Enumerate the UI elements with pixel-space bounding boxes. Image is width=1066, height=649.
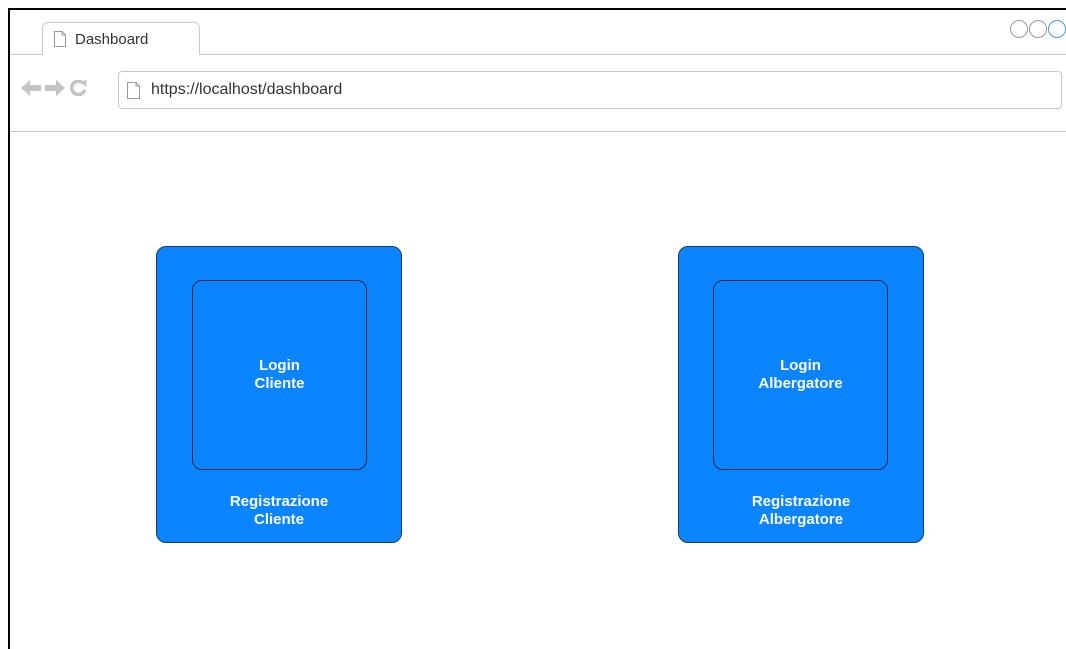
- tab-title: Dashboard: [75, 30, 149, 48]
- window-close-circle-icon[interactable]: [1048, 20, 1066, 38]
- nav-bar-divider: [10, 131, 1066, 132]
- arrow-right-icon[interactable]: [45, 80, 65, 96]
- registrazione-albergatore-link[interactable]: Registrazione Albergatore: [679, 493, 923, 529]
- window-maximize-circle-icon[interactable]: [1029, 20, 1047, 38]
- navigation-buttons: [21, 80, 89, 96]
- login-cliente-button[interactable]: Login Cliente: [192, 280, 367, 470]
- tab-dashboard[interactable]: Dashboard: [42, 22, 200, 55]
- address-bar[interactable]: https://localhost/dashboard: [118, 71, 1062, 109]
- cliente-card: Login Cliente Registrazione Cliente: [156, 246, 402, 543]
- document-icon: [127, 81, 140, 99]
- window-minimize-circle-icon[interactable]: [1010, 20, 1028, 38]
- login-albergatore-label: Login Albergatore: [758, 357, 843, 392]
- url-text: https://localhost/dashboard: [151, 81, 343, 98]
- reload-icon[interactable]: [69, 80, 89, 96]
- arrow-left-icon[interactable]: [21, 80, 41, 96]
- login-cliente-label: Login Cliente: [254, 357, 305, 392]
- window-controls: [1010, 20, 1066, 38]
- document-icon: [54, 31, 66, 47]
- login-albergatore-button[interactable]: Login Albergatore: [713, 280, 888, 470]
- browser-window: Dashboard https://localhost/dashboard Lo…: [8, 8, 1066, 649]
- albergatore-card: Login Albergatore Registrazione Albergat…: [678, 246, 924, 543]
- registrazione-cliente-link[interactable]: Registrazione Cliente: [157, 493, 401, 529]
